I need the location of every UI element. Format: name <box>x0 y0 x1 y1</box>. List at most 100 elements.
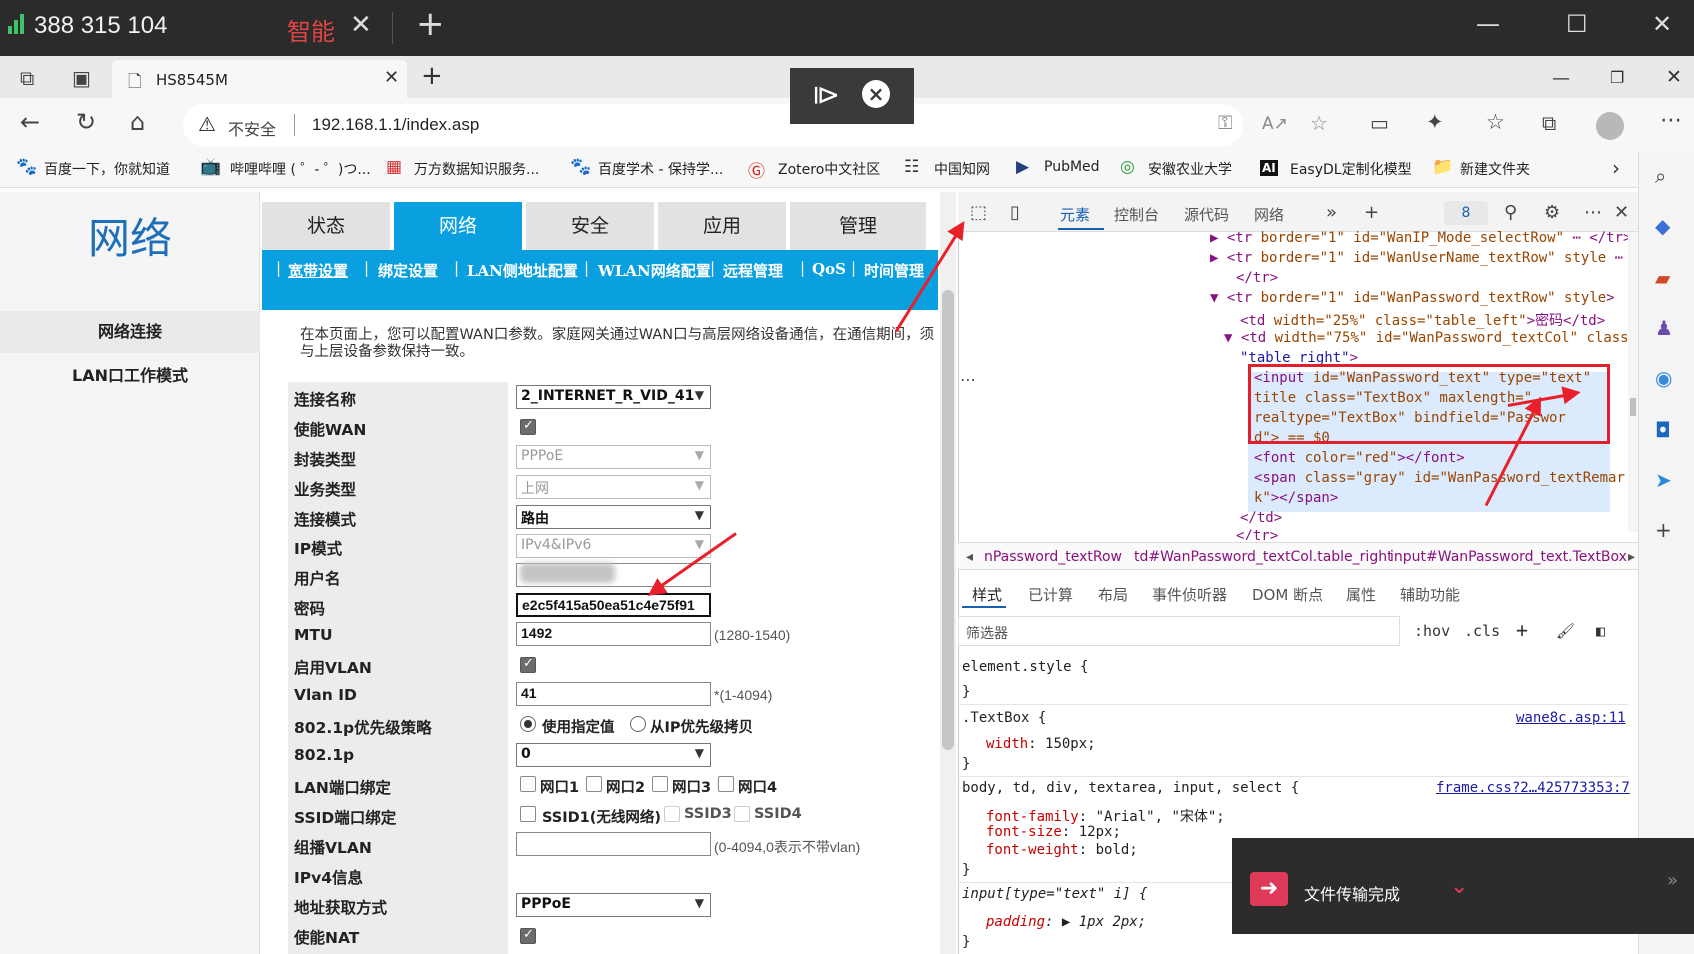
new-tab-icon[interactable]: + <box>421 61 443 91</box>
more-tabs-icon[interactable]: » <box>1326 202 1337 223</box>
browser-close-icon[interactable]: ✕ <box>1666 66 1682 88</box>
priority-copy-radio[interactable] <box>630 716 646 732</box>
breadcrumb-item[interactable]: input#WanPassword_text.TextBox <box>1390 549 1627 565</box>
css-declaration[interactable]: padding: ▶ 1px 2px; <box>986 914 1146 930</box>
priority-specified-radio[interactable] <box>520 716 536 732</box>
devtools-tab-elements[interactable]: 元素 <box>1060 204 1090 225</box>
source-link-text[interactable]: frame.css?2…425773353:7 <box>1436 780 1630 796</box>
tab-status[interactable]: 状态 <box>262 202 390 250</box>
css-selector[interactable]: body, td, div, textarea, input, select { <box>962 780 1299 796</box>
bookmark-item[interactable]: 新建文件夹 <box>1460 159 1530 179</box>
tab-security[interactable]: 安全 <box>526 202 654 250</box>
bookmark-item[interactable]: 百度学术 - 保持学... <box>598 159 723 179</box>
bookmark-item[interactable]: 中国知网 <box>934 159 990 179</box>
breadcrumb-item[interactable]: nPassword_textRow <box>984 549 1122 565</box>
subtab-qos[interactable]: QoS <box>812 260 846 278</box>
left-nav-lan-mode[interactable]: LAN口工作模式 <box>0 355 260 397</box>
paint-icon[interactable]: 🖌 <box>1556 622 1575 640</box>
styles-tab-computed[interactable]: 已计算 <box>1028 584 1073 605</box>
subtab-wlan[interactable]: WLAN网络配置 <box>598 260 711 281</box>
bookmark-item[interactable]: Zotero中文社区 <box>778 159 880 179</box>
enable-vlan-checkbox[interactable] <box>520 656 536 673</box>
tab-close-icon[interactable]: ✕ <box>384 67 399 88</box>
subtab-time[interactable]: 时间管理 <box>864 260 924 281</box>
subtab-lan-address[interactable]: LAN侧地址配置 <box>467 260 578 281</box>
reading-view-icon[interactable]: ▭ <box>1370 111 1389 135</box>
page-scrollbar-thumb[interactable] <box>942 290 954 750</box>
styles-tab-listeners[interactable]: 事件侦听器 <box>1152 584 1227 605</box>
play-icon[interactable]: ⧐ <box>812 78 840 111</box>
class-toggle-button[interactable]: .cls <box>1464 622 1500 640</box>
bookmark-item[interactable]: 万方数据知识服务... <box>414 159 539 179</box>
favorite-add-icon[interactable]: ☆ <box>1310 111 1328 135</box>
add-icon[interactable]: + <box>1655 518 1672 542</box>
service-type-select[interactable]: 上网 ▼ <box>516 475 711 499</box>
styles-tab-properties[interactable]: 属性 <box>1346 584 1376 605</box>
more-icon[interactable]: ⋯ <box>1584 202 1602 223</box>
gear-icon[interactable]: ⚙ <box>1544 202 1560 223</box>
8021p-select[interactable]: 0 ▼ <box>516 743 711 767</box>
bookmark-item[interactable]: 百度一下，你就知道 <box>44 159 170 179</box>
send-icon[interactable]: ➤ <box>1655 468 1672 492</box>
styles-filter-input[interactable] <box>958 616 1400 646</box>
ssid4-checkbox[interactable] <box>734 806 750 822</box>
ssid1-checkbox[interactable] <box>520 806 536 822</box>
address-mode-select[interactable]: PPPoE ▼ <box>516 893 711 917</box>
subtab-broadband[interactable]: 宽带设置 <box>288 260 348 281</box>
subtab-remote[interactable]: 远程管理 <box>723 260 783 281</box>
css-selector[interactable]: element.style { <box>962 659 1088 675</box>
chevron-down-icon[interactable]: ⌄ <box>1450 874 1468 899</box>
extensions-icon[interactable]: ✦ <box>1426 110 1444 134</box>
dom-node-line[interactable]: ▶ <tr border="1" id="WanUserName_textRow… <box>1210 250 1623 266</box>
close-session-icon[interactable]: ✕ <box>350 10 372 40</box>
encapsulation-select[interactable]: PPPoE ▼ <box>516 445 711 469</box>
url-text[interactable]: 192.168.1.1/index.asp <box>312 115 479 135</box>
chevron-right-icon[interactable]: › <box>1612 156 1620 180</box>
css-source-link[interactable]: frame.css?2…425773353:7 <box>1436 780 1630 796</box>
dom-node-line[interactable]: </tr> <box>1236 270 1278 286</box>
dom-node-line[interactable]: </td> <box>1240 510 1282 526</box>
dom-node-toggle[interactable]: ▶ <box>1210 230 1218 246</box>
dom-tree-scrollbar-thumb[interactable] <box>1630 398 1636 416</box>
css-declaration[interactable]: font-size: 12px; <box>986 824 1121 840</box>
workspaces-icon[interactable]: ⧉ <box>20 66 34 90</box>
styles-tab-accessibility[interactable]: 辅助功能 <box>1400 584 1460 605</box>
mtu-input[interactable]: 1492 <box>516 622 711 646</box>
minimize-icon[interactable]: — <box>1476 10 1500 38</box>
styles-tab-styles[interactable]: 样式 <box>972 584 1002 605</box>
enable-wan-checkbox[interactable] <box>520 418 536 435</box>
back-icon[interactable]: ← <box>20 108 40 136</box>
close-icon[interactable]: × <box>862 80 890 108</box>
dom-node-toggle[interactable]: ▼ <box>1210 290 1218 306</box>
dom-node-line[interactable]: ▼ <td width="75%" id="WanPassword_textCo… <box>1224 330 1637 346</box>
connection-mode-select[interactable]: 路由 ▼ <box>516 505 711 529</box>
close-window-icon[interactable]: ✕ <box>1652 10 1672 38</box>
add-tab-icon[interactable]: + <box>1364 202 1379 223</box>
css-source-link[interactable]: wane8c.asp:11 <box>1516 710 1626 726</box>
people-icon[interactable]: ♟ <box>1655 316 1673 340</box>
key-icon[interactable]: ⚿ <box>1218 112 1232 134</box>
css-declaration[interactable]: font-family: "Arial", "宋体"; <box>986 806 1225 826</box>
close-icon[interactable]: ✕ <box>1614 202 1629 223</box>
tag-icon[interactable]: ◆ <box>1655 214 1670 238</box>
bookmark-item[interactable]: 安徽农业大学 <box>1148 159 1232 179</box>
devtools-tab-sources[interactable]: 源代码 <box>1184 204 1229 225</box>
dom-node-line[interactable]: </tr> <box>1236 528 1278 540</box>
maximize-icon[interactable]: ☐ <box>1566 10 1588 38</box>
dom-node-toggle[interactable]: ▼ <box>1224 330 1232 346</box>
lan-port1-checkbox[interactable] <box>520 776 536 792</box>
dom-node-toggle[interactable]: ▶ <box>1210 250 1218 266</box>
connection-name-select[interactable]: 2_INTERNET_R_VID_41 ▼ <box>516 385 711 409</box>
add-session-icon[interactable]: + <box>416 4 445 44</box>
hover-state-button[interactable]: :hov <box>1414 622 1450 640</box>
tab-actions-icon[interactable]: ▣ <box>72 66 91 90</box>
vlan-id-input[interactable]: 41 <box>516 682 711 706</box>
styles-tab-dom-breakpoints[interactable]: DOM 断点 <box>1252 584 1323 605</box>
tools-icon[interactable]: ▰ <box>1655 266 1670 290</box>
tab-apps[interactable]: 应用 <box>658 202 786 250</box>
tab-network[interactable]: 网络 <box>394 202 522 250</box>
enable-nat-checkbox[interactable] <box>520 927 536 944</box>
mode-label[interactable]: 智能 <box>287 12 335 47</box>
css-declaration[interactable]: width: 150px; <box>986 736 1096 752</box>
dom-node-line[interactable]: <font color="red"></font> <box>1254 450 1465 466</box>
